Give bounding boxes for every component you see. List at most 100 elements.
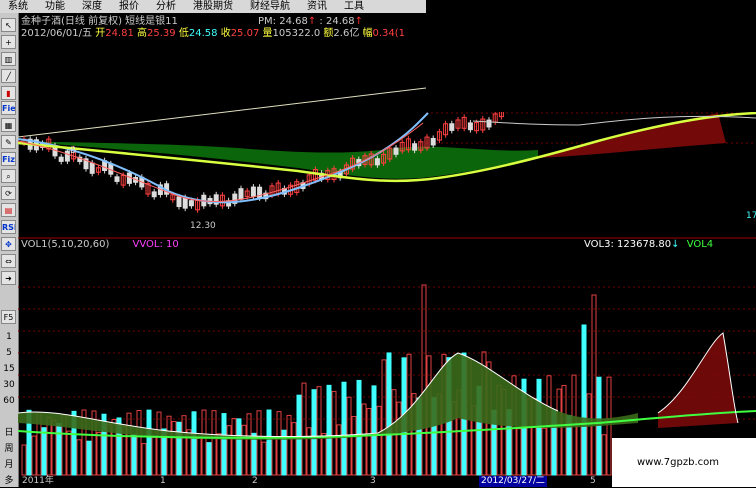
period-60min[interactable]: 60	[0, 394, 18, 408]
high-label: 高	[137, 28, 148, 39]
volume-legend: VOL1(5,10,20,60) VVOL: 10	[21, 239, 179, 251]
candle-body	[412, 143, 418, 151]
high-value: 25.39	[147, 28, 176, 39]
date-tick-3: 3	[370, 476, 376, 486]
period-5min[interactable]: 5	[0, 346, 18, 360]
quote-date: 2012/06/01/五	[21, 28, 93, 39]
volume-bar	[356, 379, 362, 476]
volume-bar	[51, 420, 57, 476]
watermark-text: www.7gpzb.com	[637, 457, 719, 468]
volume-bar	[216, 433, 222, 476]
quote-line: 2012/06/01/五 开24.81 高25.39 低24.58 收25.07…	[21, 28, 405, 40]
menu-item-news[interactable]: 资讯	[299, 0, 336, 13]
exit-icon[interactable]: ➜	[1, 271, 16, 285]
volume-bar	[196, 437, 202, 476]
close-value: 25.07	[230, 28, 260, 39]
pm-value-2: : 24.68	[319, 16, 355, 27]
volume-bar	[361, 403, 367, 476]
volume-bar	[296, 394, 302, 476]
pm-readout: PM: 24.68↑ : 24.68↑	[258, 16, 363, 28]
volume-bar	[96, 431, 102, 476]
volume-bar	[601, 434, 607, 476]
pm-up-arrow-icon: ↑	[307, 16, 317, 27]
menu-item-finance-nav[interactable]: 财经导航	[242, 0, 299, 13]
volume-bar	[371, 385, 377, 476]
volume-bar	[146, 409, 152, 476]
volume-bar	[171, 421, 177, 476]
bar-chart-icon[interactable]: ▥	[1, 52, 16, 66]
amount-label: 额	[323, 28, 334, 39]
f5-button[interactable]: F5	[1, 310, 16, 324]
selected-date: 2012/03/27/二	[479, 476, 547, 487]
volume-bar	[581, 324, 587, 476]
watermark-box: www.7gpzb.com	[612, 438, 756, 487]
volume-bar	[206, 442, 212, 476]
volume-bar	[21, 444, 27, 476]
refresh-icon[interactable]: ⟳	[1, 186, 16, 200]
volume-bar	[136, 410, 142, 476]
volume-bar	[276, 411, 282, 476]
trend-icon[interactable]: ╱	[1, 69, 16, 83]
volume-bar	[541, 427, 547, 476]
volume-band-fill	[18, 333, 738, 440]
period-week[interactable]: 周	[0, 442, 18, 456]
cursor-icon[interactable]: ↖	[1, 18, 16, 32]
period-month[interactable]: 月	[0, 458, 18, 472]
volume-bar	[286, 414, 292, 476]
low-value: 24.58	[188, 28, 218, 39]
menu-item-quote[interactable]: 报价	[111, 0, 148, 13]
volume-bar	[266, 409, 272, 476]
rsi-button[interactable]: RSI	[1, 220, 16, 234]
arrows-icon[interactable]: ⇔	[1, 254, 16, 268]
fie-button[interactable]: Fie	[1, 101, 16, 115]
period-multi[interactable]: 多	[0, 474, 18, 488]
volume-bar	[291, 422, 297, 476]
fiz-button[interactable]: Fiz	[1, 152, 16, 166]
candle-body	[449, 123, 455, 131]
change-value: 0.34(1	[372, 28, 406, 39]
volume-bar	[261, 441, 267, 476]
period-day[interactable]: 日	[0, 426, 18, 440]
period-15min[interactable]: 15	[0, 362, 18, 376]
date-tick-2: 2	[252, 476, 258, 486]
menu-item-system[interactable]: 系统	[0, 0, 37, 13]
vol3-value: VOL3: 123678.80	[584, 239, 672, 250]
search-icon[interactable]: ⌕	[1, 169, 16, 183]
candle-body	[257, 186, 263, 199]
period-30min[interactable]: 30	[0, 378, 18, 392]
menu-item-analysis[interactable]: 分析	[148, 0, 185, 13]
volume-bar	[326, 384, 332, 476]
candle-body	[250, 186, 256, 197]
volume-bar	[396, 401, 402, 476]
menu-item-function[interactable]: 功能	[37, 0, 74, 13]
grid-icon[interactable]: ▦	[1, 118, 16, 132]
volume-bar	[176, 421, 182, 476]
low-label: 低	[178, 28, 189, 39]
volume-bar	[241, 424, 247, 476]
vol1-label: VOL1(5,10,20,60)	[21, 239, 110, 250]
volume-bar	[271, 438, 277, 476]
b-signal-mark: B	[70, 146, 77, 156]
vvol-label: VVOL: 10	[132, 239, 179, 250]
indicator-icon[interactable]: ▤	[1, 203, 16, 217]
zoom-in-icon[interactable]: +	[1, 35, 16, 49]
volume-bar	[586, 393, 592, 476]
volume-bar	[236, 418, 242, 476]
menu-item-hk-futures[interactable]: 港股期货	[185, 0, 242, 13]
volume-bar	[591, 294, 597, 476]
volume-bar	[331, 390, 337, 476]
volume-bar	[211, 410, 217, 476]
period-1min[interactable]: 1	[0, 330, 18, 344]
volume-bar	[86, 440, 92, 476]
draw-icon[interactable]: ✎	[1, 135, 16, 149]
volume-bar	[316, 386, 322, 476]
candle-icon[interactable]: ▮	[1, 86, 16, 100]
move-icon[interactable]: ✥	[1, 237, 16, 251]
volume-bar	[376, 405, 382, 476]
menu-item-tools[interactable]: 工具	[336, 0, 373, 13]
volume-bar	[131, 434, 137, 476]
left-toolbar: ↖ + ▥ ╱ ▮ Fie ▦ ✎ Fiz ⌕ ⟳ ▤ RSI ✥ ⇔ ➜ F5…	[0, 13, 19, 487]
candle-body	[430, 137, 436, 146]
menu-item-depth[interactable]: 深度	[74, 0, 111, 13]
volume-bar	[156, 411, 162, 476]
